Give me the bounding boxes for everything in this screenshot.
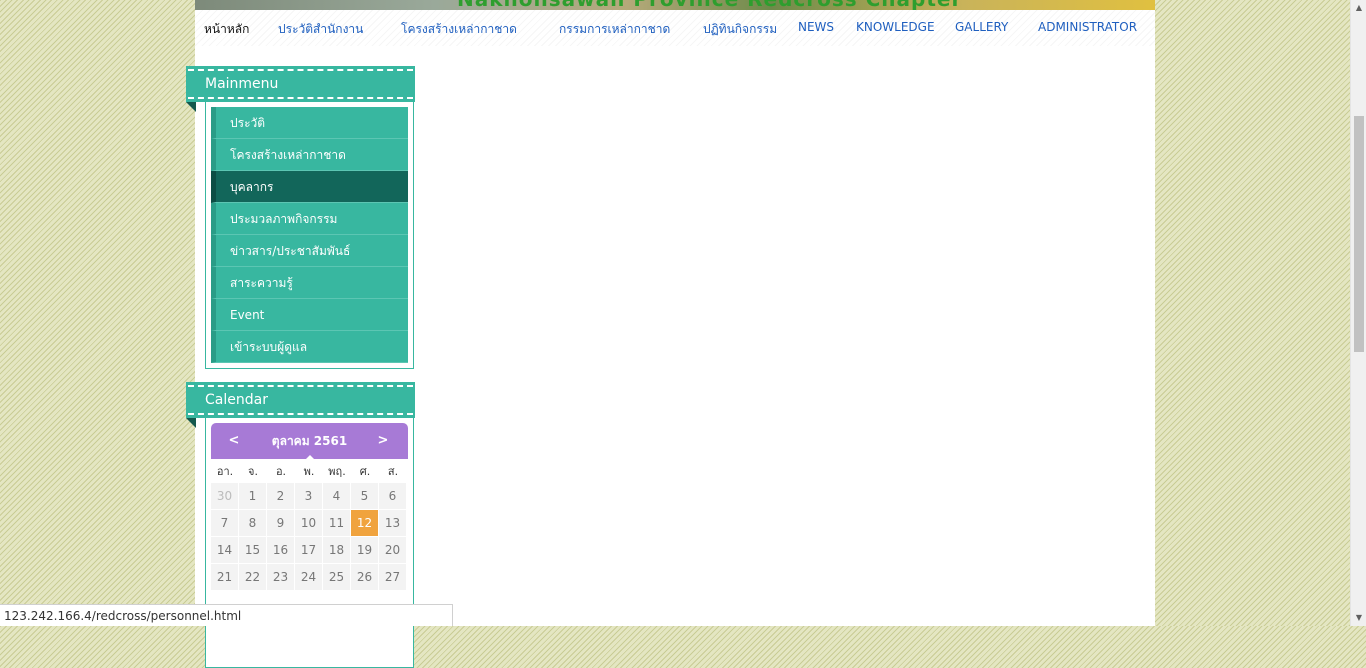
nav-item-news[interactable]: NEWS — [798, 20, 834, 34]
nav-item-gallery[interactable]: GALLERY — [955, 20, 1008, 34]
calendar-day[interactable]: 18 — [323, 537, 351, 564]
calendar-weekday: อ. — [275, 465, 287, 478]
calendar-day[interactable]: 26 — [351, 564, 379, 591]
calendar-day[interactable]: 11 — [323, 510, 351, 537]
calendar-day[interactable]: 4 — [323, 483, 351, 510]
menu-item-knowledge[interactable]: สาระความรู้ — [211, 267, 408, 299]
nav-item-committee[interactable]: กรรมการเหล่ากาชาด — [559, 20, 670, 39]
calendar-weekday: อา. — [216, 465, 234, 478]
nav-item-home[interactable]: หน้าหลัก — [204, 20, 249, 39]
calendar-next-button[interactable]: > — [368, 423, 398, 459]
ribbon-fold — [186, 418, 196, 428]
top-navigation: หน้าหลัก ประวัติสำนักงาน โครงสร้างเหล่าก… — [195, 10, 1155, 46]
nav-item-office-history[interactable]: ประวัติสำนักงาน — [278, 20, 363, 39]
nav-item-activity-calendar[interactable]: ปฏิทินกิจกรรม — [703, 20, 777, 39]
nav-item-knowledge[interactable]: KNOWLEDGE — [856, 20, 935, 34]
calendar-day[interactable]: 16 — [267, 537, 295, 564]
ribbon-fold — [186, 102, 196, 112]
calendar-day[interactable]: 9 — [267, 510, 295, 537]
scroll-down-arrow-icon[interactable]: ▼ — [1351, 610, 1366, 626]
calendar-day[interactable]: 3 — [295, 483, 323, 510]
calendar-day[interactable]: 7 — [211, 510, 239, 537]
calendar-weekday: พ. — [303, 465, 315, 478]
menu-item-activity-photos[interactable]: ประมวลภาพกิจกรรม — [211, 203, 408, 235]
mainmenu-widget: Mainmenu ประวัติ โครงสร้างเหล่ากาชาด บุค… — [186, 66, 415, 369]
nav-item-administrator[interactable]: ADMINISTRATOR — [1038, 20, 1137, 34]
calendar-day[interactable]: 19 — [351, 537, 379, 564]
menu-item-history[interactable]: ประวัติ — [211, 107, 408, 139]
calendar-day[interactable]: 24 — [295, 564, 323, 591]
menu-item-personnel[interactable]: บุคลากร — [211, 171, 408, 203]
calendar-weekday: ส. — [387, 465, 399, 478]
calendar-day[interactable]: 2 — [267, 483, 295, 510]
calendar-day[interactable]: 8 — [239, 510, 267, 537]
calendar-day[interactable]: 6 — [379, 483, 407, 510]
calendar-day[interactable]: 21 — [211, 564, 239, 591]
scroll-thumb[interactable] — [1354, 116, 1364, 352]
calendar-day[interactable]: 13 — [379, 510, 407, 537]
vertical-scrollbar[interactable]: ▲ ▼ — [1350, 0, 1366, 626]
calendar-day[interactable]: 17 — [295, 537, 323, 564]
calendar-weekday: พฤ. — [328, 465, 346, 478]
calendar-header: < ตุลาคม 2561 > — [211, 423, 408, 460]
menu-item-structure[interactable]: โครงสร้างเหล่ากาชาด — [211, 139, 408, 171]
mainmenu-title: Mainmenu — [186, 66, 415, 102]
calendar-day[interactable]: 14 — [211, 537, 239, 564]
calendar-weekday: ศ. — [359, 465, 371, 478]
calendar-day[interactable]: 5 — [351, 483, 379, 510]
calendar-day[interactable]: 27 — [379, 564, 407, 591]
calendar-weekdays: อา. จ. อ. พ. พฤ. ศ. ส. — [211, 459, 408, 483]
calendar-day[interactable]: 10 — [295, 510, 323, 537]
calendar-month-label: ตุลาคม 2561 — [271, 434, 348, 448]
status-bar-url: 123.242.166.4/redcross/personnel.html — [0, 604, 453, 626]
calendar-body: < ตุลาคม 2561 > อา. จ. อ. พ. พฤ. ศ. ส. 30 1 2 3 4 5… — [205, 418, 414, 668]
calendar-day-today[interactable]: 12 — [351, 510, 379, 537]
scroll-up-arrow-icon[interactable]: ▲ — [1351, 0, 1366, 16]
calendar-day[interactable]: 25 — [323, 564, 351, 591]
calendar-day[interactable]: 23 — [267, 564, 295, 591]
calendar-days: 30 1 2 3 4 5 6 7 8 9 10 11 12 13 14 15 16 17 18 19 20 21 22 23 2… — [211, 483, 408, 591]
nav-item-structure[interactable]: โครงสร้างเหล่ากาชาด — [401, 20, 517, 39]
calendar-prev-button[interactable]: < — [219, 423, 249, 459]
mainmenu-list: ประวัติ โครงสร้างเหล่ากาชาด บุคลากร ประม… — [205, 102, 414, 369]
calendar-title: Calendar — [186, 382, 415, 418]
banner-title: Nakhonsawan Province Redcross Chapter — [457, 0, 962, 10]
menu-item-admin-login[interactable]: เข้าระบบผู้ดูแล — [211, 331, 408, 363]
calendar-weekday: จ. — [248, 465, 258, 478]
header-banner: Nakhonsawan Province Redcross Chapter — [195, 0, 1155, 10]
calendar-day[interactable]: 1 — [239, 483, 267, 510]
calendar-day[interactable]: 30 — [211, 483, 239, 510]
menu-item-news-pr[interactable]: ข่าวสาร/ประชาสัมพันธ์ — [211, 235, 408, 267]
calendar-day[interactable]: 20 — [379, 537, 407, 564]
calendar-day[interactable]: 22 — [239, 564, 267, 591]
page-container: Nakhonsawan Province Redcross Chapter หน… — [186, 0, 1155, 668]
calendar-day[interactable]: 15 — [239, 537, 267, 564]
menu-item-event[interactable]: Event — [211, 299, 408, 331]
